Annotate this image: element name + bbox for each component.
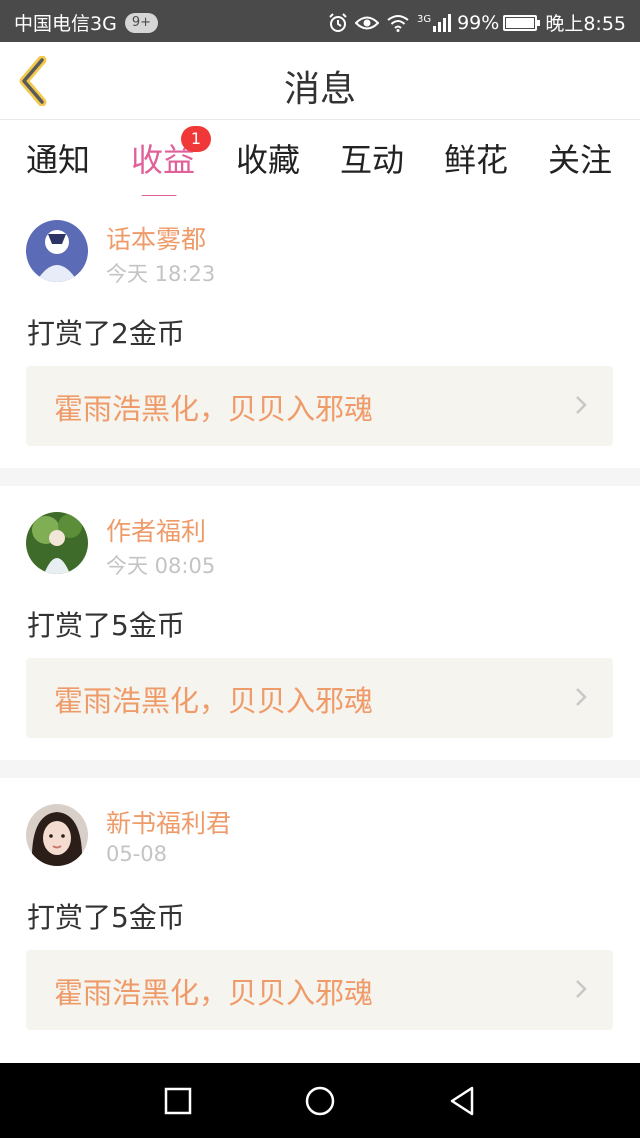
tab-favorites[interactable]: 收藏 [216, 135, 320, 181]
book-title: 霍雨浩黑化，贝贝入邪魂 [54, 392, 374, 426]
message-card: 话本雾都 今天 18:23 打赏了2金币 霍雨浩黑化，贝贝入邪魂 [0, 196, 640, 468]
chevron-right-icon [576, 980, 587, 998]
tab-label: 关注 [547, 141, 612, 179]
divider [0, 468, 640, 486]
tab-flowers[interactable]: 鲜花 [424, 135, 528, 181]
system-navigation-bar [0, 1063, 640, 1138]
tab-following[interactable]: 关注 [528, 135, 632, 181]
message-card: 新书福利君 05-08 打赏了5金币 霍雨浩黑化，贝贝入邪魂 [0, 780, 640, 1063]
book-link[interactable]: 霍雨浩黑化，贝贝入邪魂 [26, 366, 613, 446]
tab-interactions[interactable]: 互动 [320, 135, 424, 181]
avatar[interactable] [26, 220, 88, 282]
alarm-icon [329, 12, 347, 32]
tab-label: 鲜花 [443, 141, 508, 179]
page-title: 消息 [283, 69, 356, 110]
triangle-back-icon[interactable] [448, 1085, 476, 1117]
unread-badge: 1 [181, 126, 211, 152]
divider [0, 760, 640, 778]
avatar[interactable] [26, 512, 88, 574]
book-link[interactable]: 霍雨浩黑化，贝贝入邪魂 [26, 658, 613, 738]
square-icon[interactable] [164, 1087, 192, 1115]
notification-count-badge: 9+ [124, 12, 158, 33]
message-card: 作者福利 今天 08:05 打赏了5金币 霍雨浩黑化，贝贝入邪魂 [0, 488, 640, 760]
chevron-right-icon [576, 396, 587, 414]
signal-icon: 3G [416, 13, 452, 32]
wifi-icon [387, 14, 409, 32]
chevron-right-icon [576, 688, 587, 706]
book-title: 霍雨浩黑化，贝贝入邪魂 [54, 976, 374, 1010]
circle-icon[interactable] [304, 1085, 336, 1117]
tab-earnings[interactable]: 收益 1 [111, 126, 215, 199]
reward-text: 打赏了2金币 [27, 317, 185, 350]
message-time: 今天 18:23 [106, 262, 216, 286]
message-time: 05-08 [106, 842, 168, 866]
message-tabs: 通知 收益 1 收藏 互动 鲜花 关注 [0, 121, 640, 199]
battery-icon [503, 14, 541, 31]
tab-label: 通知 [25, 141, 90, 179]
network-type-label: 3G [416, 13, 432, 25]
sender-name[interactable]: 新书福利君 [106, 804, 231, 840]
book-title: 霍雨浩黑化，贝贝入邪魂 [54, 684, 374, 718]
reward-text: 打赏了5金币 [27, 901, 185, 934]
status-bar: 中国电信3G 9+ 3G 99% 晚上8:55 [0, 0, 640, 42]
battery-percent: 99% [457, 11, 500, 34]
sender-name[interactable]: 作者福利 [106, 512, 206, 548]
nav-bar: 消息 [0, 42, 640, 120]
reward-text: 打赏了5金币 [27, 609, 185, 642]
message-time: 今天 08:05 [106, 554, 216, 578]
clock: 晚上8:55 [545, 13, 626, 35]
sender-name[interactable]: 话本雾都 [106, 220, 206, 256]
tab-label: 互动 [339, 141, 404, 179]
avatar[interactable] [26, 804, 88, 866]
tab-label: 收藏 [235, 141, 300, 179]
book-link[interactable]: 霍雨浩黑化，贝贝入邪魂 [26, 950, 613, 1030]
eye-icon [354, 16, 379, 29]
tab-notifications[interactable]: 通知 [6, 135, 110, 181]
carrier-label: 中国电信3G [14, 13, 117, 35]
